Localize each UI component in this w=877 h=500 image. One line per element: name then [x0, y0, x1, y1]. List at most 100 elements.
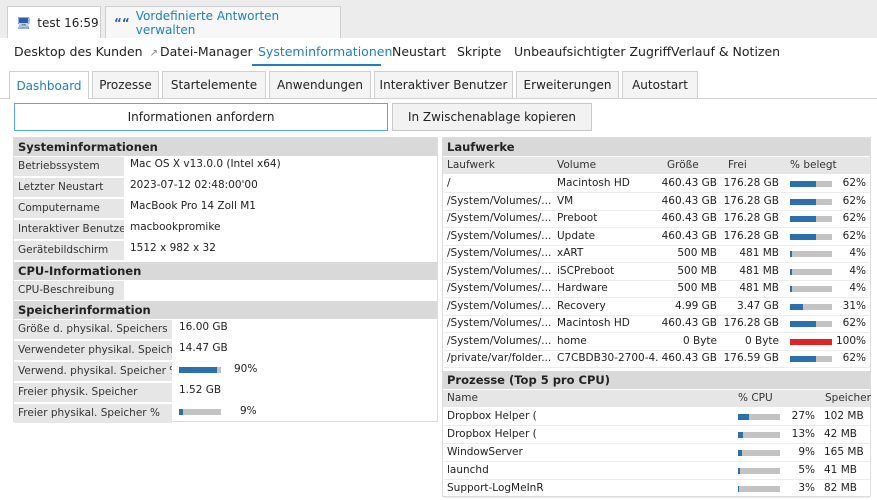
- drive-free: 176.28 GB: [723, 195, 779, 207]
- drive-volume: Update: [557, 230, 596, 242]
- memory-free-percent-bar: [179, 409, 221, 415]
- drives-col-drive[interactable]: Laufwerk: [447, 157, 495, 174]
- memory-free-percent-label: Freier physikal. Speicher %: [14, 404, 172, 423]
- sysinfo-user-label: Interaktiver Benutzer: [14, 220, 124, 239]
- nav-customer-desktop[interactable]: Desktop des Kunden ↗: [14, 44, 158, 59]
- sub-tab-bar: Dashboard Prozesse Startelemente Anwendu…: [0, 66, 877, 99]
- drive-path[interactable]: /System/Volumes/...: [447, 263, 553, 280]
- process-cpu: 5%: [798, 464, 815, 476]
- drive-used-percent: 62%: [842, 317, 866, 329]
- process-name[interactable]: WindowServer: [447, 444, 647, 461]
- drive-path[interactable]: /System/Volumes/...: [447, 228, 553, 245]
- processes-col-name[interactable]: Name: [447, 390, 478, 407]
- drive-free: 0 Byte: [744, 335, 779, 347]
- process-memory: 102 MB: [824, 410, 864, 422]
- window-tab-canned-responses[interactable]: ““ Vordefinierte Antworten verwalten: [105, 6, 341, 38]
- process-name[interactable]: Dropbox Helper (: [447, 426, 647, 443]
- sysinfo-header: Systeminformationen: [14, 138, 437, 156]
- drive-path[interactable]: /System/Volumes/...: [447, 245, 553, 262]
- drive-free: 481 MB: [739, 247, 779, 259]
- nav-customer-desktop-label: Desktop des Kunden: [14, 44, 143, 59]
- drive-used-fill: [790, 304, 804, 310]
- drive-used-percent: 62%: [842, 352, 866, 364]
- memory-used-percent-value: 90%: [234, 363, 258, 375]
- drive-path[interactable]: /System/Volumes/...: [447, 298, 553, 315]
- tab-interactive-user[interactable]: Interaktiver Benutzer: [374, 71, 513, 98]
- drive-used-bar: [790, 304, 832, 310]
- drive-path[interactable]: /System/Volumes/...: [447, 193, 553, 210]
- process-cpu-fill: [738, 450, 742, 456]
- quote-icon: ““: [114, 15, 130, 30]
- nav-restart[interactable]: Neustart: [392, 44, 446, 59]
- drive-used-bar: [790, 321, 832, 327]
- drive-path[interactable]: /System/Volumes/...: [447, 280, 553, 297]
- external-link-icon: ↗: [149, 48, 158, 59]
- tab-autostart[interactable]: Autostart: [622, 71, 698, 98]
- nav-system-info[interactable]: Systeminformationen: [258, 44, 392, 59]
- memory-used-percent-fill: [179, 367, 217, 373]
- window-tab-session[interactable]: 🖥 test 16:59: [7, 6, 101, 38]
- drive-path[interactable]: /private/var/folder...: [447, 350, 553, 367]
- drive-size: 460.43 GB: [661, 212, 717, 224]
- processes-col-cpu[interactable]: % CPU: [738, 390, 773, 407]
- drive-size: 460.43 GB: [661, 317, 717, 329]
- process-cpu-fill: [738, 486, 740, 492]
- sysinfo-screen-value: 1512 x 982 x 32: [130, 242, 216, 254]
- drive-volume: VM: [557, 195, 574, 207]
- drive-used-percent: 62%: [842, 212, 866, 224]
- processes-col-memory[interactable]: Speicher: [825, 390, 871, 407]
- table-row-divider: [444, 367, 870, 368]
- drive-size: 460.43 GB: [661, 177, 717, 189]
- process-cpu-fill: [738, 432, 744, 438]
- process-name[interactable]: Support-LogMeInR: [447, 480, 647, 497]
- tab-applications[interactable]: Anwendungen: [269, 71, 371, 98]
- window-tab-session-label: test 16:59: [37, 15, 99, 30]
- tab-dashboard[interactable]: Dashboard: [9, 71, 89, 99]
- nav-scripts[interactable]: Skripte: [457, 44, 501, 59]
- process-cpu: 9%: [798, 446, 815, 458]
- process-name[interactable]: Dropbox Helper (: [447, 408, 647, 425]
- drive-size: 0 Byte: [682, 335, 717, 347]
- drive-used-percent: 62%: [842, 177, 866, 189]
- drive-volume: home: [557, 335, 587, 347]
- process-cpu-bar: [738, 468, 780, 474]
- memory-used-label: Verwendeter physikal. Speicher: [14, 341, 172, 360]
- process-cpu: 3%: [798, 482, 815, 494]
- nav-unattended-access[interactable]: Unbeaufsichtigter Zugriff: [514, 44, 671, 59]
- drive-path[interactable]: /: [447, 175, 553, 192]
- window-tab-canned-responses-label: Vordefinierte Antworten verwalten: [135, 8, 280, 37]
- drive-used-bar: [790, 181, 832, 187]
- nav-file-manager[interactable]: Datei-Manager: [160, 44, 253, 59]
- memory-used-percent-label: Verwend. physikal. Speicher %: [14, 362, 172, 381]
- drives-col-volume[interactable]: Volume: [557, 157, 596, 174]
- drive-volume: xART: [557, 247, 584, 259]
- copy-clipboard-button[interactable]: In Zwischenablage kopieren: [392, 103, 592, 131]
- drive-path[interactable]: /System/Volumes/...: [447, 315, 553, 332]
- process-memory: 41 MB: [824, 464, 857, 476]
- drive-path[interactable]: /System/Volumes/...: [447, 333, 553, 350]
- sysinfo-restart-value: 2023-07-12 02:48:00'00: [130, 179, 258, 191]
- drive-path[interactable]: /System/Volumes/...: [447, 210, 553, 227]
- process-name[interactable]: launchd: [447, 462, 647, 479]
- process-memory: 165 MB: [824, 446, 864, 458]
- drive-used-bar: [790, 251, 832, 257]
- drive-used-fill: [790, 216, 817, 222]
- drives-col-size[interactable]: Größe: [667, 157, 699, 174]
- sysinfo-computer-value: MacBook Pro 14 Zoll M1: [130, 200, 256, 212]
- drive-volume: Preboot: [557, 212, 598, 224]
- nav-history-notes[interactable]: Verlauf & Notizen: [671, 44, 780, 59]
- cpu-description-label: CPU-Beschreibung: [14, 281, 124, 300]
- tab-extensions[interactable]: Erweiterungen: [516, 71, 619, 98]
- tab-processes[interactable]: Prozesse: [92, 71, 159, 98]
- tab-startup-items[interactable]: Startelemente: [162, 71, 266, 98]
- drive-free: 481 MB: [739, 282, 779, 294]
- drive-size: 460.43 GB: [661, 352, 717, 364]
- drive-size: 460.43 GB: [661, 230, 717, 242]
- processes-header: Prozesse (Top 5 pro CPU): [443, 371, 870, 389]
- request-info-button[interactable]: Informationen anfordern: [14, 103, 388, 131]
- drive-free: 176.28 GB: [723, 177, 779, 189]
- drives-col-free[interactable]: Frei: [728, 157, 747, 174]
- drive-used-bar: [790, 234, 832, 240]
- drives-col-used[interactable]: % belegt: [790, 157, 837, 174]
- drive-used-fill: [790, 356, 817, 362]
